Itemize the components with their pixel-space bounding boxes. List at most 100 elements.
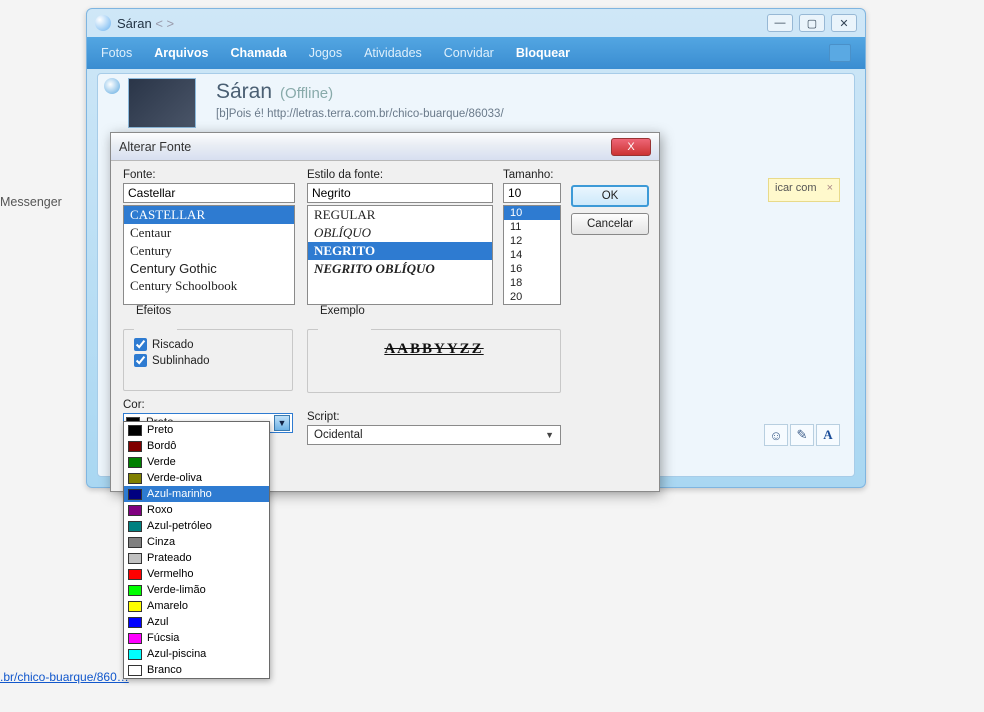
effects-legend: Efeitos bbox=[132, 305, 175, 317]
color-swatch-icon bbox=[128, 457, 142, 468]
maximize-button[interactable]: ▢ bbox=[799, 14, 825, 32]
color-option[interactable]: Prateado bbox=[124, 550, 269, 566]
style-label: Estilo da fonte: bbox=[307, 169, 493, 181]
font-option[interactable]: CASTELLAR bbox=[124, 206, 294, 224]
notice-banner: icar com× bbox=[768, 178, 840, 202]
color-swatch-icon bbox=[128, 425, 142, 436]
script-label: Script: bbox=[307, 411, 561, 423]
color-option[interactable]: Cinza bbox=[124, 534, 269, 550]
nav-chamada[interactable]: Chamada bbox=[230, 46, 286, 60]
size-option[interactable]: 14 bbox=[504, 248, 560, 262]
effects-group: Efeitos Riscado Sublinhado bbox=[123, 323, 293, 391]
color-option[interactable]: Amarelo bbox=[124, 598, 269, 614]
font-listbox[interactable]: CASTELLARCentaurCenturyCentury GothicCen… bbox=[123, 205, 295, 305]
color-swatch-icon bbox=[128, 441, 142, 452]
nav-fotos[interactable]: Fotos bbox=[101, 46, 132, 60]
dropdown-arrow-icon[interactable]: ▼ bbox=[274, 415, 290, 431]
notice-close-icon[interactable]: × bbox=[827, 182, 833, 194]
nav-jogos[interactable]: Jogos bbox=[309, 46, 342, 60]
font-option[interactable]: Century Schoolbook bbox=[124, 277, 294, 295]
script-select[interactable]: Ocidental ▼ bbox=[307, 425, 561, 445]
nav-convidar[interactable]: Convidar bbox=[444, 46, 494, 60]
color-option[interactable]: Verde-oliva bbox=[124, 470, 269, 486]
footer-link[interactable]: .br/chico-buarque/860… bbox=[0, 670, 129, 684]
nav-atividades[interactable]: Atividades bbox=[364, 46, 422, 60]
size-label: Tamanho: bbox=[503, 169, 561, 181]
font-option[interactable]: Centaur bbox=[124, 224, 294, 242]
color-swatch-icon bbox=[128, 633, 142, 644]
cancel-button[interactable]: Cancelar bbox=[571, 213, 649, 235]
sample-text: AABBYYZZ bbox=[318, 341, 550, 358]
color-option[interactable]: Azul-piscina bbox=[124, 646, 269, 662]
style-input[interactable] bbox=[307, 183, 493, 203]
color-swatch-icon bbox=[128, 601, 142, 612]
strike-checkbox[interactable]: Riscado bbox=[134, 338, 282, 351]
style-option[interactable]: OBLÍQUO bbox=[308, 224, 492, 242]
size-option[interactable]: 12 bbox=[504, 234, 560, 248]
sample-legend: Exemplo bbox=[316, 305, 369, 317]
color-swatch-icon bbox=[128, 569, 142, 580]
avatar[interactable] bbox=[128, 78, 196, 128]
font-option[interactable]: Century Gothic bbox=[124, 260, 294, 277]
color-option[interactable]: Azul-petróleo bbox=[124, 518, 269, 534]
color-option[interactable]: Verde-limão bbox=[124, 582, 269, 598]
size-input[interactable] bbox=[503, 183, 561, 203]
color-option[interactable]: Azul bbox=[124, 614, 269, 630]
size-option[interactable]: 16 bbox=[504, 262, 560, 276]
font-label: Fonte: bbox=[123, 169, 295, 181]
color-option[interactable]: Vermelho bbox=[124, 566, 269, 582]
style-option[interactable]: NEGRITO bbox=[308, 242, 492, 260]
color-option[interactable]: Fúcsia bbox=[124, 630, 269, 646]
toolbar-overflow-icon[interactable] bbox=[829, 44, 851, 62]
underline-check-input[interactable] bbox=[134, 354, 147, 367]
style-option[interactable]: NEGRITO OBLÍQUO bbox=[308, 260, 492, 278]
font-option[interactable]: Century bbox=[124, 242, 294, 260]
size-option[interactable]: 18 bbox=[504, 276, 560, 290]
window-title: Sáran < > bbox=[117, 16, 174, 31]
font-input[interactable] bbox=[123, 183, 295, 203]
color-option[interactable]: Bordô bbox=[124, 438, 269, 454]
color-swatch-icon bbox=[128, 505, 142, 516]
sample-group: Exemplo AABBYYZZ bbox=[307, 323, 561, 393]
color-option[interactable]: Azul-marinho bbox=[124, 486, 269, 502]
contact-name: Sáran(Offline) bbox=[216, 80, 333, 104]
size-listbox[interactable]: 10111214161820 bbox=[503, 205, 561, 305]
style-listbox[interactable]: REGULAROBLÍQUONEGRITONEGRITO OBLÍQUO bbox=[307, 205, 493, 305]
dialog-title: Alterar Fonte bbox=[119, 140, 191, 154]
messenger-titlebar[interactable]: Sáran < > — ▢ ✕ bbox=[87, 9, 865, 37]
color-label: Cor: bbox=[123, 399, 293, 411]
color-option[interactable]: Branco bbox=[124, 662, 269, 678]
color-swatch-icon bbox=[128, 489, 142, 500]
color-dropdown[interactable]: PretoBordôVerdeVerde-olivaAzul-marinhoRo… bbox=[123, 421, 270, 679]
color-swatch-icon bbox=[128, 473, 142, 484]
chevron-down-icon: ▼ bbox=[545, 430, 554, 440]
collapse-icon[interactable] bbox=[104, 78, 120, 94]
nav-arquivos[interactable]: Arquivos bbox=[154, 46, 208, 60]
color-option[interactable]: Roxo bbox=[124, 502, 269, 518]
color-swatch-icon bbox=[128, 665, 142, 676]
ok-button[interactable]: OK bbox=[571, 185, 649, 207]
color-swatch-icon bbox=[128, 537, 142, 548]
dialog-titlebar[interactable]: Alterar Fonte X bbox=[111, 133, 659, 161]
nav-bloquear[interactable]: Bloquear bbox=[516, 46, 570, 60]
color-swatch-icon bbox=[128, 521, 142, 532]
dialog-close-button[interactable]: X bbox=[611, 138, 651, 156]
app-icon bbox=[95, 15, 111, 31]
size-option[interactable]: 11 bbox=[504, 220, 560, 234]
pen-button[interactable]: ✎ bbox=[790, 424, 814, 446]
underline-checkbox[interactable]: Sublinhado bbox=[134, 354, 282, 367]
color-option[interactable]: Preto bbox=[124, 422, 269, 438]
minimize-button[interactable]: — bbox=[767, 14, 793, 32]
color-swatch-icon bbox=[128, 617, 142, 628]
close-button[interactable]: ✕ bbox=[831, 14, 857, 32]
size-option[interactable]: 20 bbox=[504, 290, 560, 304]
font-button[interactable]: A bbox=[816, 424, 840, 446]
strike-check-input[interactable] bbox=[134, 338, 147, 351]
color-option[interactable]: Verde bbox=[124, 454, 269, 470]
color-swatch-icon bbox=[128, 585, 142, 596]
color-swatch-icon bbox=[128, 553, 142, 564]
sidebar-label: Messenger bbox=[0, 195, 62, 209]
emoji-button[interactable]: ☺ bbox=[764, 424, 788, 446]
size-option[interactable]: 10 bbox=[504, 206, 560, 220]
style-option[interactable]: REGULAR bbox=[308, 206, 492, 224]
